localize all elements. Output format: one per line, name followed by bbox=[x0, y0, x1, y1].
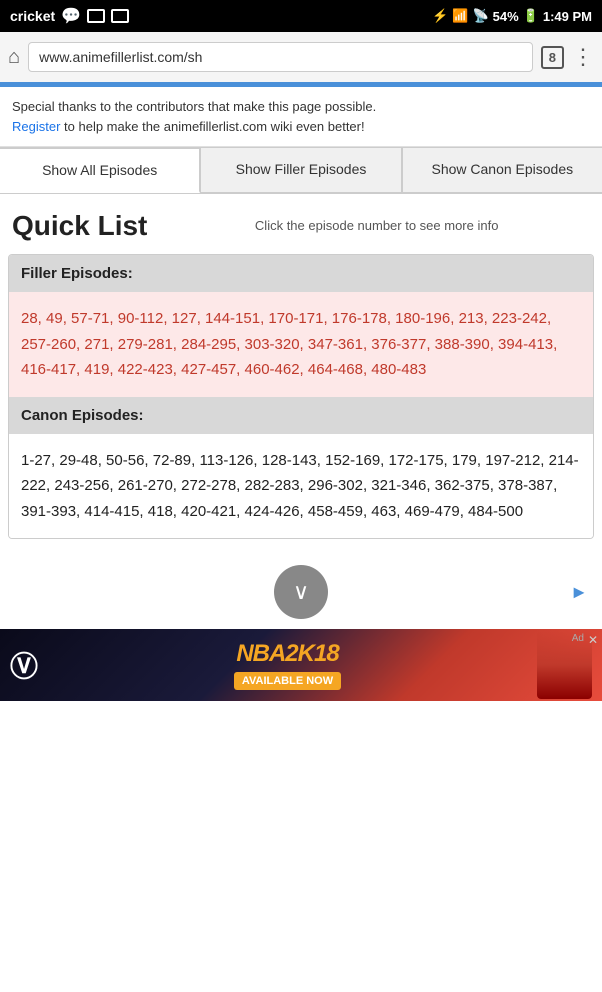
tab-show-all[interactable]: Show All Episodes bbox=[0, 147, 200, 193]
ad-banner[interactable]: ✕ Ad Ⓥ NBA2K18 AVAILABLE NOW bbox=[0, 629, 602, 701]
window-icon-2 bbox=[111, 9, 129, 23]
status-bar: cricket 💬 ⚡ 📶 📡 54% 🔋 1:49 PM bbox=[0, 0, 602, 32]
ad-close-icon[interactable]: ✕ bbox=[588, 633, 598, 647]
quick-list-hint: Click the episode number to see more inf… bbox=[163, 217, 590, 235]
status-left: cricket 💬 bbox=[10, 6, 129, 26]
wifi-icon: 📶 bbox=[452, 8, 468, 24]
ad-label: Ad bbox=[572, 633, 584, 644]
scroll-down-button[interactable]: ∨ bbox=[274, 565, 328, 619]
ad-available-label: AVAILABLE NOW bbox=[234, 672, 341, 690]
ad-content: NBA2K18 AVAILABLE NOW bbox=[234, 640, 341, 690]
playstation-logo: Ⓥ bbox=[10, 645, 38, 685]
filler-section-header: Filler Episodes: bbox=[9, 255, 593, 292]
carrier-label: cricket bbox=[10, 8, 55, 24]
nba-logo: NBA2K18 bbox=[236, 640, 338, 668]
time-label: 1:49 PM bbox=[543, 9, 592, 24]
chevron-down-icon: ∨ bbox=[293, 579, 309, 605]
register-link[interactable]: Register bbox=[12, 119, 60, 134]
url-text: www.animefillerlist.com/sh bbox=[39, 49, 202, 65]
filler-episodes-list[interactable]: 28, 49, 57-71, 90-112, 127, 144-151, 170… bbox=[9, 292, 593, 397]
window-icon-1 bbox=[87, 9, 105, 23]
info-banner: Special thanks to the contributors that … bbox=[0, 87, 602, 147]
status-right: ⚡ 📶 📡 54% 🔋 1:49 PM bbox=[432, 8, 592, 24]
info-text: Special thanks to the contributors that … bbox=[12, 99, 376, 114]
bluetooth-icon: ⚡ bbox=[432, 8, 448, 24]
menu-icon[interactable]: ⋮ bbox=[572, 44, 594, 70]
url-bar[interactable]: www.animefillerlist.com/sh bbox=[28, 42, 533, 72]
battery-icon: 🔋 bbox=[523, 8, 539, 24]
home-icon[interactable]: ⌂ bbox=[8, 46, 20, 69]
canon-episodes-list[interactable]: 1-27, 29-48, 50-56, 72-89, 113-126, 128-… bbox=[9, 434, 593, 539]
canon-section-header: Canon Episodes: bbox=[9, 397, 593, 434]
quick-list-title: Quick List bbox=[12, 210, 147, 242]
messenger-icon: 💬 bbox=[61, 6, 81, 26]
tab-show-canon[interactable]: Show Canon Episodes bbox=[402, 147, 602, 193]
browser-bar: ⌂ www.animefillerlist.com/sh 8 ⋮ bbox=[0, 32, 602, 84]
tab-count[interactable]: 8 bbox=[541, 46, 564, 69]
info-suffix: to help make the animefillerlist.com wik… bbox=[60, 119, 364, 134]
battery-label: 54% bbox=[493, 9, 519, 24]
tabs-row: Show All Episodes Show Filler Episodes S… bbox=[0, 147, 602, 194]
signal-icon: 📡 bbox=[472, 8, 488, 24]
tab-show-filler[interactable]: Show Filler Episodes bbox=[200, 147, 401, 193]
episode-list-container: Filler Episodes: 28, 49, 57-71, 90-112, … bbox=[8, 254, 594, 539]
quick-list-header: Quick List Click the episode number to s… bbox=[0, 194, 602, 254]
ad-arrow-icon: ► bbox=[570, 582, 588, 603]
scroll-row: ∨ ► bbox=[0, 551, 602, 629]
